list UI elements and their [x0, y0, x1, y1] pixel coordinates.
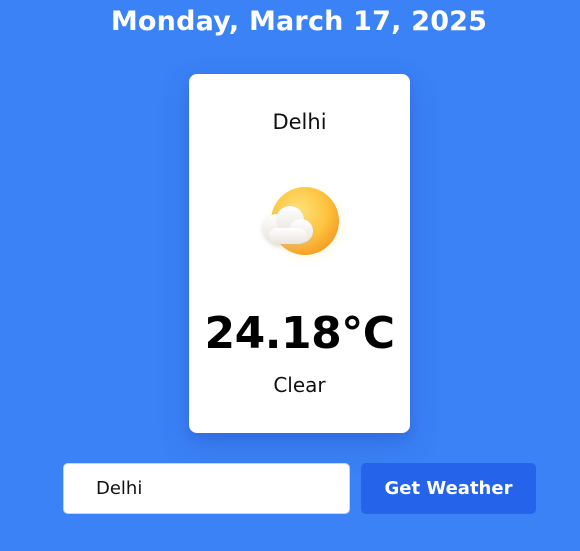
city-search-input[interactable]	[63, 463, 350, 514]
weather-condition: Clear	[273, 373, 326, 397]
partly-cloudy-icon	[249, 182, 349, 266]
get-weather-button[interactable]: Get Weather	[361, 463, 536, 514]
city-name: Delhi	[272, 110, 327, 134]
temperature: 24.18°C	[204, 308, 395, 359]
weather-card: Delhi 24.18°C Clear	[189, 74, 410, 433]
date-heading: Monday, March 17, 2025	[110, 6, 488, 37]
